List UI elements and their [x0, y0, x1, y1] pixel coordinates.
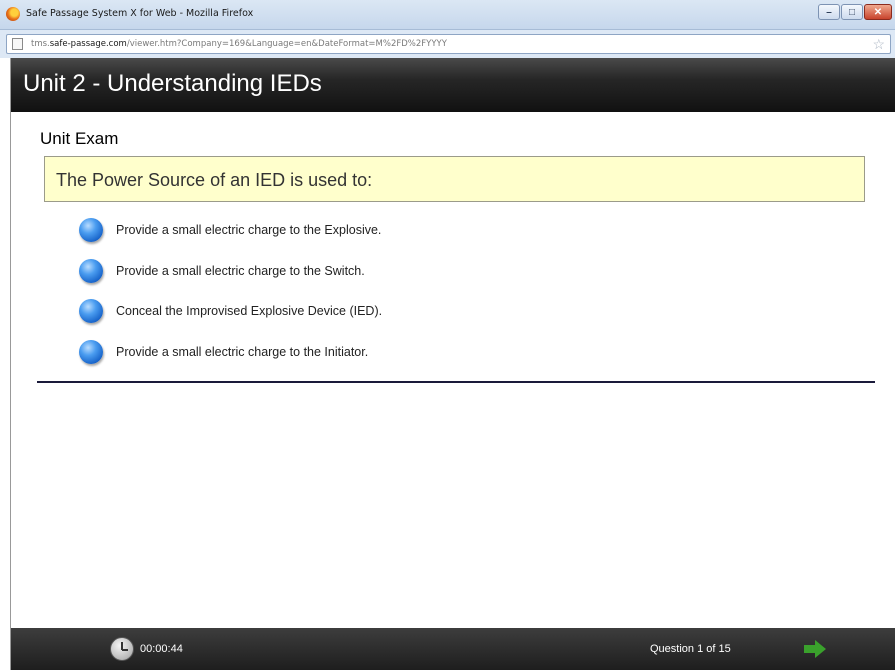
url-prefix: tms.	[31, 39, 50, 49]
window-title: Safe Passage System X for Web - Mozilla …	[26, 8, 254, 19]
answer-label[interactable]: Provide a small electric charge to the I…	[116, 345, 368, 359]
radio-button-icon[interactable]	[79, 218, 103, 242]
maximize-button[interactable]: □	[841, 4, 863, 20]
radio-button-icon[interactable]	[79, 340, 103, 364]
unit-header: Unit 2 - Understanding IEDs	[11, 58, 895, 112]
page-icon	[12, 38, 23, 50]
answer-option[interactable]: Provide a small electric charge to the I…	[79, 339, 499, 365]
exam-label: Unit Exam	[40, 129, 119, 148]
url-path: /viewer.htm?Company=169&Language=en&Date…	[126, 39, 447, 49]
next-arrow-icon[interactable]	[804, 640, 826, 658]
firefox-icon	[6, 7, 20, 21]
question-counter: Question 1 of 15	[650, 643, 731, 655]
clock-icon	[110, 637, 134, 661]
answer-label[interactable]: Conceal the Improvised Explosive Device …	[116, 304, 382, 318]
radio-button-icon[interactable]	[79, 259, 103, 283]
answer-label[interactable]: Provide a small electric charge to the S…	[116, 264, 365, 278]
answer-option[interactable]: Provide a small electric charge to the S…	[79, 258, 499, 284]
address-bar-area: tms.safe-passage.com/viewer.htm?Company=…	[0, 30, 895, 58]
question-text: The Power Source of an IED is used to:	[56, 170, 373, 190]
answer-option[interactable]: Conceal the Improvised Explosive Device …	[79, 298, 499, 324]
url-domain: safe-passage.com	[49, 39, 127, 49]
close-button[interactable]: ✕	[864, 4, 892, 20]
footer-bar: 00:00:44 Question 1 of 15	[11, 628, 895, 670]
address-bar[interactable]: tms.safe-passage.com/viewer.htm?Company=…	[6, 34, 891, 54]
answer-option[interactable]: Provide a small electric charge to the E…	[79, 217, 499, 243]
radio-button-icon[interactable]	[79, 299, 103, 323]
bookmark-star-icon[interactable]: ☆	[872, 36, 885, 52]
page-title: Unit 2 - Understanding IEDs	[23, 70, 322, 97]
window-titlebar: Safe Passage System X for Web - Mozilla …	[0, 0, 895, 30]
minimize-button[interactable]: –	[818, 4, 840, 20]
answer-label[interactable]: Provide a small electric charge to the E…	[116, 223, 381, 237]
timer-text: 00:00:44	[140, 643, 183, 655]
page-content: Unit 2 - Understanding IEDs Unit Exam Th…	[10, 58, 895, 670]
question-box: The Power Source of an IED is used to:	[44, 156, 865, 202]
url-text[interactable]: tms.safe-passage.com/viewer.htm?Company=…	[31, 39, 447, 49]
divider	[37, 381, 875, 383]
